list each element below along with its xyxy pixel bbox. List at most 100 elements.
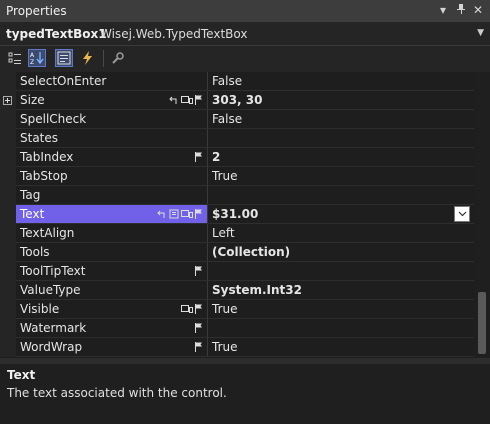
property-name[interactable]: TabStop	[16, 167, 208, 185]
property-row-textalign[interactable]: TextAlign Left	[0, 224, 474, 243]
events-icon[interactable]	[79, 49, 97, 67]
property-name[interactable]: SpellCheck	[16, 110, 208, 128]
flag-icon	[195, 266, 203, 276]
property-name[interactable]: Watermark	[16, 319, 208, 337]
object-selector[interactable]: typedTextBox1 Wisej.Web.TypedTextBox ▼	[0, 22, 490, 46]
chevron-down-icon[interactable]: ▼	[477, 28, 484, 38]
flag-icon	[195, 342, 203, 352]
property-row-tooltiptext[interactable]: ToolTipText	[0, 262, 474, 281]
property-name-label: Watermark	[20, 321, 87, 335]
categorized-icon[interactable]	[6, 49, 24, 67]
vertical-scrollbar[interactable]	[474, 72, 490, 358]
property-row-visible[interactable]: Visible True	[0, 300, 474, 319]
property-value-text: $31.00	[212, 207, 259, 221]
property-indicator-icons	[169, 94, 203, 106]
property-value[interactable]: True	[208, 167, 474, 185]
property-name-label: SelectOnEnter	[20, 74, 107, 88]
property-value[interactable]	[208, 319, 474, 337]
flag-icon	[195, 152, 203, 162]
property-name-label: Tag	[20, 188, 41, 202]
property-row-states[interactable]: States	[0, 129, 474, 148]
property-name[interactable]: Text	[16, 205, 208, 223]
property-row-selectonenter[interactable]: SelectOnEnter False	[0, 72, 474, 91]
property-value[interactable]: False	[208, 110, 474, 128]
property-value[interactable]: True	[208, 338, 474, 356]
scrollbar-thumb[interactable]	[478, 292, 486, 354]
row-gutter	[0, 262, 16, 281]
title-bar: Properties ▾ ✕	[0, 0, 490, 22]
property-value-text: False	[212, 112, 243, 126]
row-gutter	[0, 281, 16, 300]
row-gutter	[0, 224, 16, 243]
expand-plus-icon[interactable]	[3, 96, 12, 105]
window-title: Properties	[6, 4, 67, 18]
property-row-wordwrap[interactable]: WordWrap True	[0, 338, 474, 357]
flag-icon	[195, 304, 203, 314]
property-value[interactable]: False	[208, 72, 474, 90]
flag-icon	[195, 323, 203, 333]
property-value[interactable]: 2	[208, 148, 474, 166]
flag-icon	[195, 209, 203, 219]
pin-icon[interactable]	[456, 3, 466, 18]
property-value-text: 2	[212, 150, 221, 164]
property-value[interactable]	[208, 129, 474, 147]
toolbar-separator	[103, 50, 104, 67]
property-value[interactable]: True	[208, 300, 474, 318]
property-row-tag[interactable]: Tag	[0, 186, 474, 205]
row-gutter	[0, 243, 16, 262]
alphabetical-icon[interactable]: AZ	[28, 49, 46, 67]
property-name-label: TabIndex	[20, 150, 74, 164]
property-value-text: True	[212, 340, 238, 354]
property-value[interactable]: (Collection)	[208, 243, 474, 261]
property-name[interactable]: WordWrap	[16, 338, 208, 356]
property-name-label: Tools	[20, 245, 50, 259]
property-name-label: TabStop	[20, 169, 68, 183]
flag-icon	[195, 95, 203, 105]
property-indicator-icons	[195, 265, 203, 277]
property-row-text[interactable]: Text $31.00	[0, 205, 474, 224]
property-name[interactable]: Size	[16, 91, 208, 109]
properties-icon[interactable]	[55, 49, 73, 67]
property-name-label: ToolTipText	[20, 264, 86, 278]
property-value-text: System.Int32	[212, 283, 302, 297]
property-name[interactable]: TextAlign	[16, 224, 208, 242]
property-value[interactable]	[208, 186, 474, 204]
property-name[interactable]: SelectOnEnter	[16, 72, 208, 90]
property-name[interactable]: TabIndex	[16, 148, 208, 166]
property-value[interactable]: Left	[208, 224, 474, 242]
property-value[interactable]: System.Int32	[208, 281, 474, 299]
value-dropdown-button[interactable]	[454, 206, 470, 222]
row-gutter	[0, 129, 16, 148]
dropdown-arrow-icon[interactable]: ▾	[440, 3, 446, 17]
property-row-tabstop[interactable]: TabStop True	[0, 167, 474, 186]
property-name[interactable]: Visible	[16, 300, 208, 318]
row-gutter	[0, 110, 16, 129]
property-name[interactable]: Tools	[16, 243, 208, 261]
property-pages-icon[interactable]	[109, 49, 127, 67]
property-row-tools[interactable]: Tools (Collection)	[0, 243, 474, 262]
chevron-down-icon	[458, 211, 466, 217]
property-indicator-icons	[195, 341, 203, 353]
row-gutter	[0, 205, 16, 224]
property-row-size[interactable]: Size 303, 30	[0, 91, 474, 110]
property-row-valuetype[interactable]: ValueType System.Int32	[0, 281, 474, 300]
property-name[interactable]: ToolTipText	[16, 262, 208, 280]
svg-text:Z: Z	[30, 59, 34, 65]
description-text: The text associated with the control.	[7, 386, 227, 400]
property-value-text: True	[212, 169, 238, 183]
property-name-label: ValueType	[20, 283, 81, 297]
property-name-label: SpellCheck	[20, 112, 87, 126]
property-value[interactable]: 303, 30	[208, 91, 474, 109]
property-row-watermark[interactable]: Watermark	[0, 319, 474, 338]
row-gutter	[0, 319, 16, 338]
property-name-label: WordWrap	[20, 340, 83, 354]
close-icon[interactable]: ✕	[473, 3, 483, 17]
property-indicator-icons	[157, 208, 203, 220]
property-name[interactable]: Tag	[16, 186, 208, 204]
property-row-spellcheck[interactable]: SpellCheck False	[0, 110, 474, 129]
property-value[interactable]	[208, 262, 474, 280]
property-row-tabindex[interactable]: TabIndex 2	[0, 148, 474, 167]
property-name[interactable]: States	[16, 129, 208, 147]
property-value[interactable]: $31.00	[208, 205, 474, 223]
property-name[interactable]: ValueType	[16, 281, 208, 299]
